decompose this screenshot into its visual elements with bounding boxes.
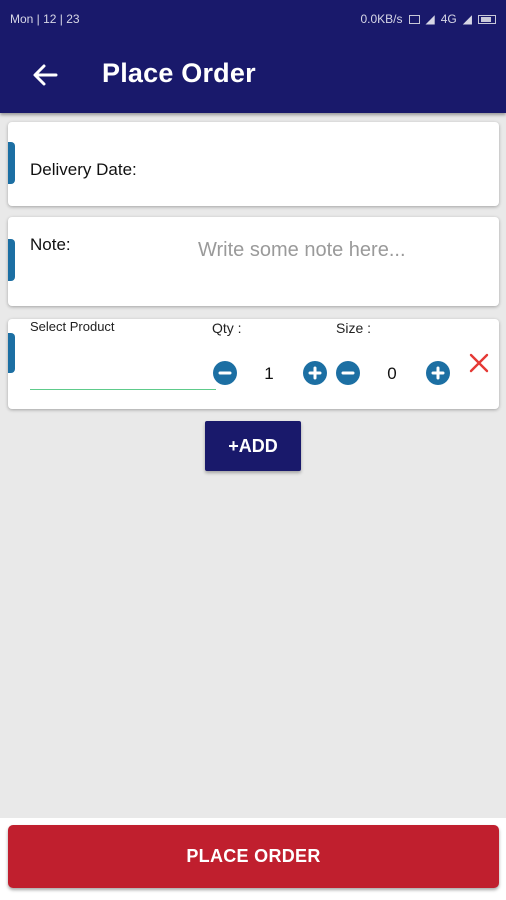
- status-bar: Mon | 12 | 23 0.0KB/s ◢ 4G ◢: [0, 0, 506, 36]
- size-value: 0: [387, 364, 397, 383]
- sim-icon: [408, 14, 420, 24]
- card-accent: [8, 239, 15, 281]
- product-card: Select Product Qty : 1 Size : 0: [8, 319, 499, 409]
- select-product-label: Select Product: [30, 319, 115, 334]
- add-product-button[interactable]: +ADD: [205, 421, 301, 471]
- delivery-date-label: Delivery Date:: [30, 160, 137, 179]
- signal-icon: ◢: [425, 12, 435, 26]
- page-title: Place Order: [102, 58, 256, 88]
- minus-icon: [341, 371, 355, 375]
- arrow-left-icon: [33, 64, 58, 86]
- delivery-date-card[interactable]: Delivery Date:: [8, 122, 499, 206]
- note-card: Note:: [8, 217, 499, 306]
- qty-label: Qty :: [212, 320, 242, 336]
- size-increment-button[interactable]: [426, 361, 450, 385]
- qty-decrement-button[interactable]: [213, 361, 237, 385]
- card-accent: [8, 333, 15, 373]
- size-label: Size :: [336, 320, 372, 336]
- note-label: Note:: [30, 235, 71, 254]
- card-accent: [8, 142, 15, 184]
- network-speed: 0.0KB/s: [360, 12, 403, 26]
- wifi-icon: ◢: [462, 12, 472, 26]
- note-input[interactable]: [196, 235, 480, 265]
- plus-icon: [308, 366, 322, 380]
- back-button[interactable]: [30, 60, 60, 90]
- size-decrement-button[interactable]: [336, 361, 360, 385]
- qty-value: 1: [264, 364, 274, 383]
- place-order-button[interactable]: PLACE ORDER: [8, 825, 499, 888]
- product-input[interactable]: [30, 363, 216, 390]
- status-time: Mon | 12 | 23: [10, 12, 80, 26]
- qty-increment-button[interactable]: [303, 361, 327, 385]
- battery-icon: [478, 14, 496, 24]
- close-icon: [469, 353, 489, 373]
- network-type: 4G: [440, 12, 457, 26]
- status-icons: 0.0KB/s ◢ 4G ◢: [360, 12, 496, 26]
- plus-icon: [431, 366, 445, 380]
- remove-product-button[interactable]: [468, 352, 490, 374]
- minus-icon: [218, 371, 232, 375]
- app-bar: Mon | 12 | 23 0.0KB/s ◢ 4G ◢ Place Order: [0, 0, 506, 113]
